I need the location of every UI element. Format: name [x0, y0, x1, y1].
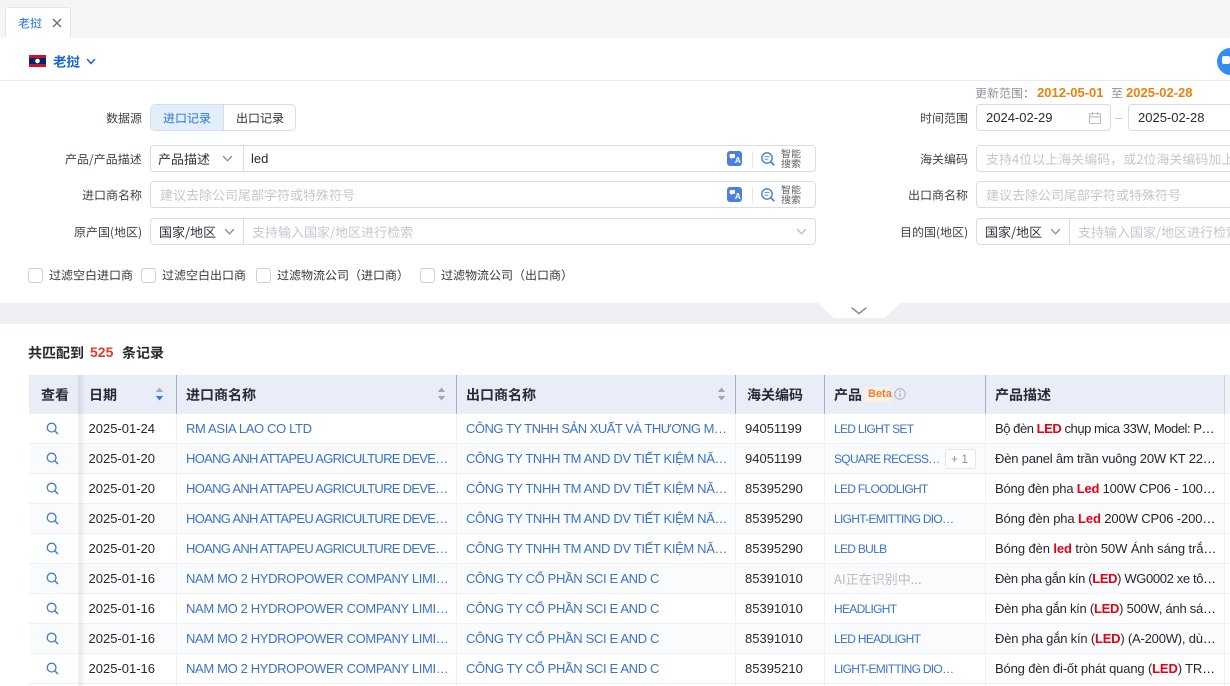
svg-text:A: A: [735, 155, 741, 165]
svg-text:A: A: [735, 191, 741, 201]
